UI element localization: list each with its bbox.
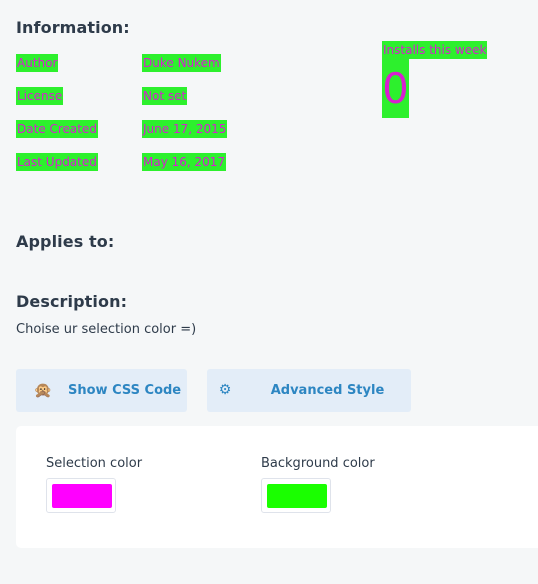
info-row-last-updated: Last Updated May 16, 2017 [16, 153, 276, 186]
description-title: Description: [16, 292, 128, 311]
info-row-license: License Not set [16, 87, 276, 120]
background-color-field: Background color [261, 456, 375, 513]
info-row-date-created: Date Created June 17, 2015 [16, 120, 276, 153]
installs-label: Installs this week [382, 41, 488, 59]
selection-color-swatch [52, 484, 112, 508]
info-row-author: Author Duke Nukem [16, 54, 276, 87]
info-label-date-created: Date Created [16, 120, 98, 138]
info-value-author: Duke Nukem [142, 54, 221, 72]
gear-icon: ⚙ [218, 382, 232, 398]
applies-to-title: Applies to: [16, 232, 115, 251]
background-color-swatch [267, 484, 327, 508]
background-color-picker[interactable] [261, 478, 331, 513]
info-value-license: Not set [142, 87, 188, 105]
background-color-label: Background color [261, 456, 375, 471]
selection-color-label: Selection color [46, 456, 143, 471]
selection-color-picker[interactable] [46, 478, 116, 513]
show-css-code-button[interactable]: 🙊 Show CSS Code [16, 369, 187, 412]
advanced-style-settings-button[interactable]: ⚙ Advanced Style Settings [207, 369, 411, 441]
selection-color-field: Selection color [46, 456, 142, 513]
info-value-date-created: June 17, 2015 [142, 120, 228, 138]
installs-widget: Installs this week 0 [382, 39, 488, 118]
show-css-code-label: Show CSS Code [68, 383, 182, 398]
info-label-author: Author [16, 54, 59, 72]
info-label-last-updated: Last Updated [16, 153, 98, 171]
monkey-icon: 🙊 [33, 381, 53, 399]
installs-count: 0 [382, 59, 409, 118]
info-value-last-updated: May 16, 2017 [142, 153, 227, 171]
info-label-license: License [16, 87, 64, 105]
description-text: Choise ur selection color =) [16, 322, 197, 337]
information-title: Information: [16, 18, 130, 37]
information-list: Author Duke Nukem License Not set Date C… [16, 54, 276, 186]
style-settings-panel: Selection color Background color [16, 426, 538, 548]
